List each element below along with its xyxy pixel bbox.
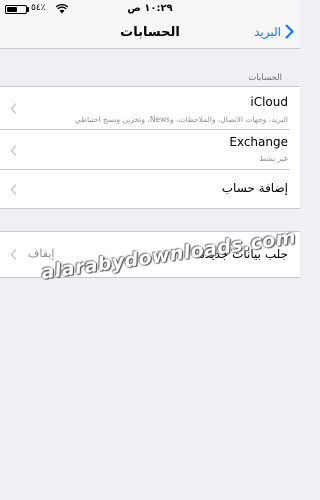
account-title: iCloud: [250, 95, 288, 109]
navigation-bar: الحسابات البريد: [0, 18, 300, 49]
account-subtitle: غير نشط: [259, 154, 288, 163]
fetch-new-data-value: إيقاف: [28, 247, 55, 260]
account-row-icloud[interactable]: iCloud البريد، وجهات الاتصال، والملاحظات…: [0, 87, 300, 130]
chevron-right-icon: [285, 24, 294, 39]
back-button[interactable]: البريد: [254, 24, 294, 39]
account-subtitle: البريد، وجهات الاتصال، والملاحظات، وNews…: [74, 115, 288, 124]
account-title: Exchange: [229, 135, 288, 149]
account-row-exchange[interactable]: Exchange غير نشط: [0, 130, 300, 170]
status-time: ١٠:٢٩ ص: [127, 3, 173, 14]
chevron-left-icon: [10, 145, 17, 156]
add-account-label: إضافة حساب: [221, 181, 288, 195]
back-button-label: البريد: [254, 24, 281, 39]
chevron-left-icon: [10, 103, 17, 114]
accounts-section-header: الحسابات: [248, 73, 282, 83]
chevron-left-icon: [10, 249, 17, 260]
add-account-row[interactable]: إضافة حساب: [0, 170, 300, 208]
status-bar: ٥٤٪ ١٠:٢٩ ص: [0, 0, 300, 18]
chevron-left-icon: [10, 184, 17, 195]
accounts-table: iCloud البريد، وجهات الاتصال، والملاحظات…: [0, 86, 300, 209]
